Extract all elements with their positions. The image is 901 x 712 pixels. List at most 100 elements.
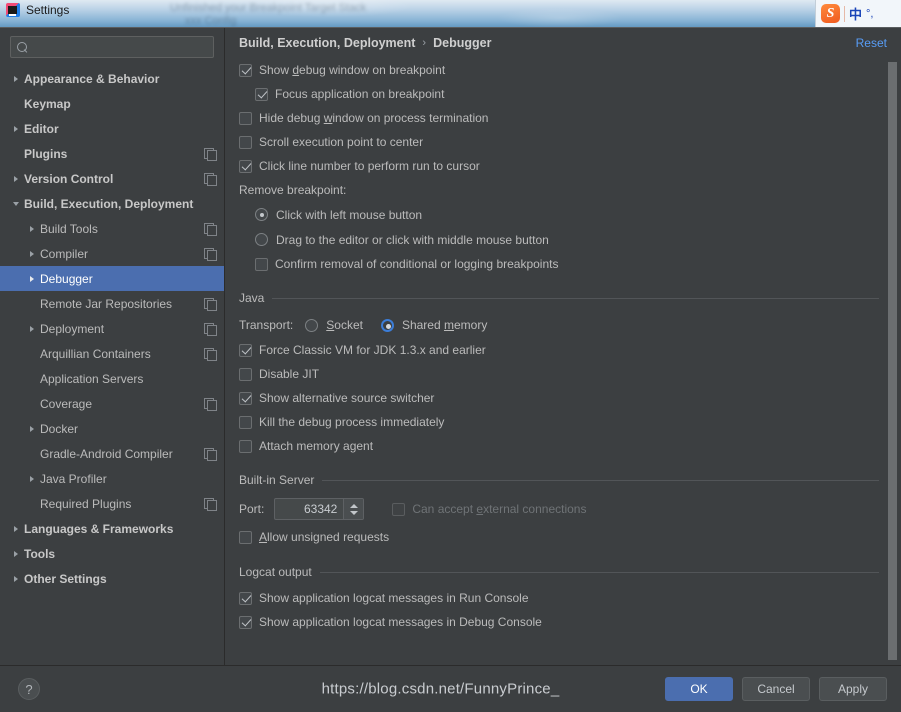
ok-button[interactable]: OK bbox=[665, 677, 733, 701]
sidebar-item-build-tools[interactable]: Build Tools bbox=[0, 216, 224, 241]
port-value[interactable]: 63342 bbox=[275, 499, 343, 519]
chevron-right-icon[interactable] bbox=[8, 550, 24, 557]
chevron-right-icon[interactable] bbox=[24, 325, 40, 332]
stepper-down-icon[interactable] bbox=[349, 510, 358, 515]
checkbox-row-show-debug-window-on-breakpoint[interactable]: Show debug window on breakpoint bbox=[239, 58, 879, 82]
cancel-button[interactable]: Cancel bbox=[742, 677, 810, 701]
sidebar-item-tools[interactable]: Tools bbox=[0, 541, 224, 566]
radio-socket[interactable] bbox=[305, 318, 319, 332]
port-stepper[interactable]: 63342 bbox=[274, 498, 365, 520]
help-button[interactable]: ? bbox=[18, 678, 40, 700]
checkbox-row-focus-application-on-breakpoint[interactable]: Focus application on breakpoint bbox=[239, 82, 879, 106]
chevron-right-icon[interactable] bbox=[8, 175, 24, 182]
chevron-down-icon[interactable] bbox=[8, 201, 24, 206]
copy-settings-icon[interactable] bbox=[204, 222, 217, 236]
sidebar-item-version-control[interactable]: Version Control bbox=[0, 166, 224, 191]
checkbox-show-debug-window-on-breakpoint[interactable] bbox=[239, 63, 252, 77]
checkbox-row-show-application-logcat-messages-in-run-consol[interactable]: Show application logcat messages in Run … bbox=[239, 586, 879, 610]
search-input[interactable] bbox=[33, 41, 207, 53]
checkbox-show-alternative-source-switcher[interactable] bbox=[239, 391, 252, 405]
sidebar-item-keymap[interactable]: Keymap bbox=[0, 91, 224, 116]
settings-tree[interactable]: Appearance & Behavior Keymap Editor Plugins… bbox=[0, 64, 224, 665]
checkbox-row-show-alternative-source-switcher[interactable]: Show alternative source switcher bbox=[239, 386, 879, 410]
radio-row-drag-to-the-editor-or-click-with-middle-mouse-[interactable]: Drag to the editor or click with middle … bbox=[239, 227, 879, 252]
chevron-right-icon[interactable] bbox=[24, 425, 40, 432]
copy-settings-icon[interactable] bbox=[204, 147, 217, 161]
settings-scrollbar-track[interactable] bbox=[888, 60, 899, 663]
chevron-right-icon[interactable] bbox=[8, 125, 24, 132]
chevron-right-icon[interactable] bbox=[24, 475, 40, 482]
sidebar-item-build-execution-deployment[interactable]: Build, Execution, Deployment bbox=[0, 191, 224, 216]
ime-punctuation-toggle[interactable]: °, bbox=[866, 8, 873, 20]
copy-settings-icon[interactable] bbox=[204, 172, 217, 186]
reset-link[interactable]: Reset bbox=[856, 36, 889, 50]
checkbox-row-attach-memory-agent[interactable]: Attach memory agent bbox=[239, 434, 879, 458]
breadcrumb-parent[interactable]: Build, Execution, Deployment bbox=[239, 36, 415, 50]
sidebar-item-appearance-behavior[interactable]: Appearance & Behavior bbox=[0, 66, 224, 91]
sidebar-item-languages-frameworks[interactable]: Languages & Frameworks bbox=[0, 516, 224, 541]
sidebar-item-other-settings[interactable]: Other Settings bbox=[0, 566, 224, 591]
checkbox-kill-the-debug-process-immediately[interactable] bbox=[239, 415, 252, 429]
checkbox-show-application-logcat-messages-in-debug-cons[interactable] bbox=[239, 615, 252, 629]
sidebar-item-java-profiler[interactable]: Java Profiler bbox=[0, 466, 224, 491]
checkbox-force-classic-vm-for-jdk-1-3-x-and-earlier[interactable] bbox=[239, 343, 252, 357]
checkbox-row-kill-the-debug-process-immediately[interactable]: Kill the debug process immediately bbox=[239, 410, 879, 434]
copy-settings-icon[interactable] bbox=[204, 347, 217, 361]
checkbox-focus-application-on-breakpoint[interactable] bbox=[255, 87, 268, 101]
chevron-right-icon[interactable] bbox=[24, 275, 40, 282]
radio-drag-to-the-editor-or-click-with-middle-mouse-[interactable] bbox=[255, 233, 268, 246]
apply-button[interactable]: Apply bbox=[819, 677, 887, 701]
copy-settings-icon[interactable] bbox=[204, 322, 217, 336]
checkbox-row-hide-debug-window-on-process-termination[interactable]: Hide debug window on process termination bbox=[239, 106, 879, 130]
checkbox-scroll-execution-point-to-center[interactable] bbox=[239, 135, 252, 149]
checkbox-row-scroll-execution-point-to-center[interactable]: Scroll execution point to center bbox=[239, 130, 879, 154]
copy-settings-icon[interactable] bbox=[204, 397, 217, 411]
sidebar-item-gradle-android-compiler[interactable]: Gradle-Android Compiler bbox=[0, 441, 224, 466]
checkbox-row-disable-jit[interactable]: Disable JIT bbox=[239, 362, 879, 386]
checkbox-row-show-application-logcat-messages-in-debug-cons[interactable]: Show application logcat messages in Debu… bbox=[239, 610, 879, 634]
checkbox-show-application-logcat-messages-in-run-consol[interactable] bbox=[239, 591, 252, 605]
checkbox-click-line-number-to-perform-run-to-cursor[interactable] bbox=[239, 159, 252, 173]
radio-row-click-with-left-mouse-button[interactable]: Click with left mouse button bbox=[239, 202, 879, 227]
checkbox-row-force-classic-vm-for-jdk-1-3-x-and-earlier[interactable]: Force Classic VM for JDK 1.3.x and earli… bbox=[239, 338, 879, 362]
sidebar-item-application-servers[interactable]: Application Servers bbox=[0, 366, 224, 391]
settings-scrollbar-thumb[interactable] bbox=[888, 62, 897, 660]
checkbox-attach-memory-agent[interactable] bbox=[239, 439, 252, 453]
stepper-up-icon[interactable] bbox=[349, 503, 358, 508]
sidebar-item-coverage[interactable]: Coverage bbox=[0, 391, 224, 416]
radio-shared-memory[interactable] bbox=[380, 318, 394, 332]
sidebar-item-plugins[interactable]: Plugins bbox=[0, 141, 224, 166]
copy-settings-icon[interactable] bbox=[204, 297, 217, 311]
sidebar-item-required-plugins[interactable]: Required Plugins bbox=[0, 491, 224, 516]
sidebar-item-compiler[interactable]: Compiler bbox=[0, 241, 224, 266]
copy-settings-icon[interactable] bbox=[204, 247, 217, 261]
radio-row-shared-memory[interactable]: Shared memory bbox=[380, 313, 487, 338]
chevron-right-icon[interactable] bbox=[8, 75, 24, 82]
sidebar-item-deployment[interactable]: Deployment bbox=[0, 316, 224, 341]
confirm-removal-checkbox[interactable] bbox=[255, 257, 268, 271]
radio-click-with-left-mouse-button[interactable] bbox=[255, 208, 268, 221]
copy-settings-icon[interactable] bbox=[204, 447, 217, 461]
checkbox-disable-jit[interactable] bbox=[239, 367, 252, 381]
search-box[interactable] bbox=[10, 36, 214, 58]
checkbox-hide-debug-window-on-process-termination[interactable] bbox=[239, 111, 252, 125]
chevron-right-icon[interactable] bbox=[24, 225, 40, 232]
sidebar-item-arquillian-containers[interactable]: Arquillian Containers bbox=[0, 341, 224, 366]
chevron-right-icon[interactable] bbox=[24, 250, 40, 257]
allow-unsigned-checkbox[interactable] bbox=[239, 530, 252, 544]
sidebar-item-remote-jar-repositories[interactable]: Remote Jar Repositories bbox=[0, 291, 224, 316]
sidebar-item-debugger[interactable]: Debugger bbox=[0, 266, 224, 291]
ime-language-toggle[interactable]: 中 bbox=[849, 4, 862, 23]
sidebar-item-docker[interactable]: Docker bbox=[0, 416, 224, 441]
chevron-right-icon[interactable] bbox=[8, 575, 24, 582]
radio-row-socket[interactable]: Socket bbox=[305, 313, 363, 338]
port-stepper-buttons[interactable] bbox=[343, 499, 364, 519]
checkbox-row-click-line-number-to-perform-run-to-cursor[interactable]: Click line number to perform run to curs… bbox=[239, 154, 879, 178]
chevron-right-icon[interactable] bbox=[8, 525, 24, 532]
sidebar-item-editor[interactable]: Editor bbox=[0, 116, 224, 141]
sogou-logo-icon[interactable]: S bbox=[821, 4, 840, 23]
confirm-removal-checkbox-row[interactable]: Confirm removal of conditional or loggin… bbox=[239, 252, 879, 276]
allow-unsigned-row[interactable]: Allow unsigned requests bbox=[239, 524, 879, 550]
copy-settings-icon[interactable] bbox=[204, 497, 217, 511]
ime-toolbar[interactable]: S 中 °, bbox=[815, 0, 901, 27]
